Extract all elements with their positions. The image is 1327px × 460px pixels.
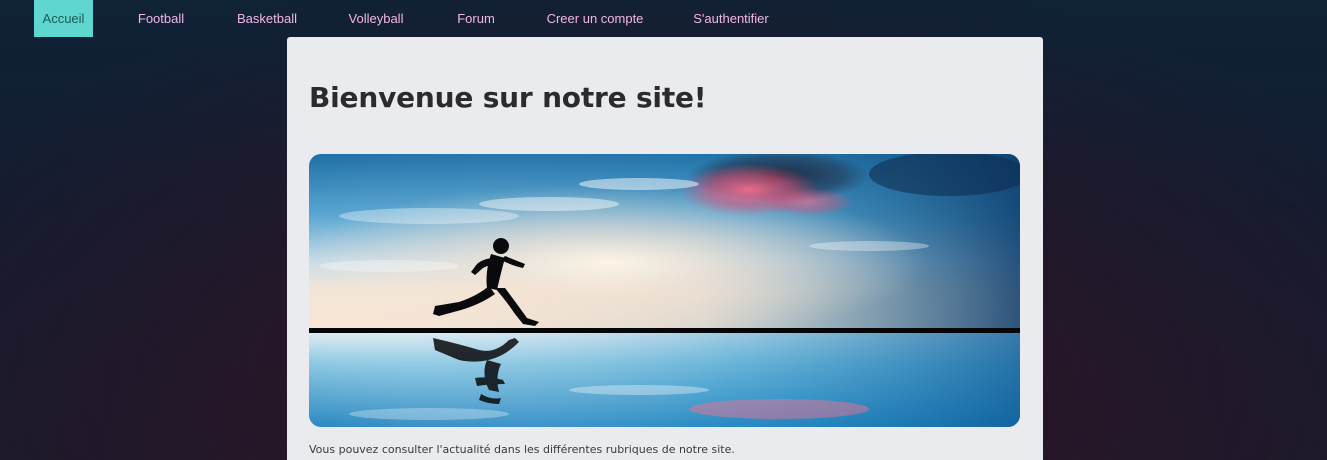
nav-link-volleyball[interactable]: Volleyball [349, 0, 404, 37]
runner-sunset-illustration [309, 154, 1020, 427]
nav-link-creer-compte[interactable]: Creer un compte [547, 0, 644, 37]
content-card: Bienvenue sur notre site! Vous pouvez co… [287, 37, 1043, 460]
nav-link-authentifier[interactable]: S'authentifier [693, 0, 768, 37]
page-title: Bienvenue sur notre site! [309, 81, 707, 114]
intro-text: Vous pouvez consulter l'actualité dans l… [309, 443, 735, 456]
main-navbar: Accueil Football Basketball Volleyball F… [0, 0, 1327, 37]
hero-image [309, 154, 1020, 427]
nav-link-football[interactable]: Football [138, 0, 184, 37]
nav-link-accueil[interactable]: Accueil [34, 0, 93, 37]
nav-link-basketball[interactable]: Basketball [237, 0, 297, 37]
nav-link-forum[interactable]: Forum [457, 0, 495, 37]
